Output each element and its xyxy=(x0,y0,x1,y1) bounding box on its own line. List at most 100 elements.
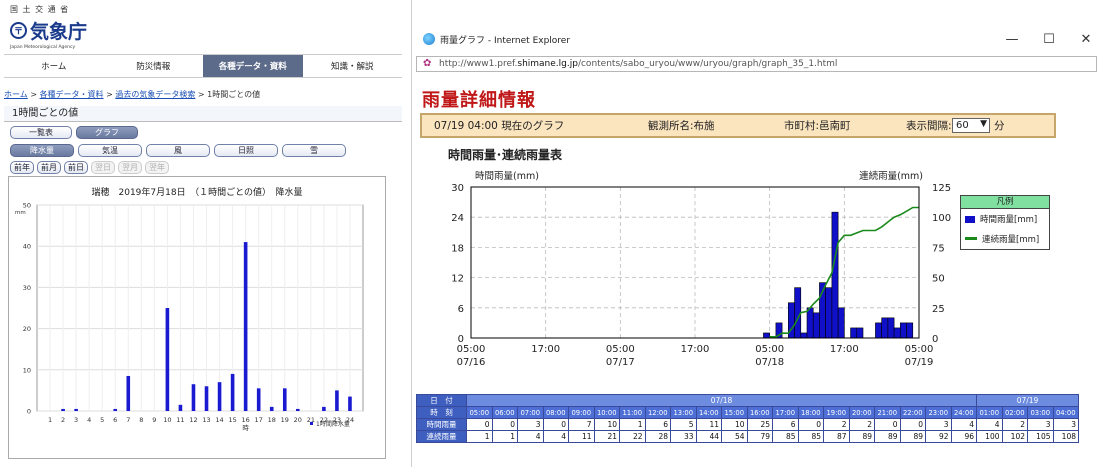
prev-day-button[interactable]: 前日 xyxy=(64,161,88,174)
interval-select[interactable]: 60 ▼ xyxy=(952,118,990,133)
x-tick-label: 9 xyxy=(152,416,156,424)
x-tick-label: 14 xyxy=(215,416,223,424)
table-hourly-cell: 0 xyxy=(466,418,493,431)
y-left-tick-label: 18 xyxy=(451,243,464,254)
x-tick-label: 8 xyxy=(139,416,143,424)
table-hourly-cell: 4 xyxy=(950,418,977,431)
table-hourly-cell: 10 xyxy=(721,418,748,431)
table-time-cell: 19:00 xyxy=(823,406,850,419)
next-month-button[interactable]: 翌月 xyxy=(118,161,142,174)
table-cumulative-cell: 85 xyxy=(772,430,799,443)
legend-bar-label: 時間雨量[mm] xyxy=(980,215,1038,225)
x-tick-label: 05:00 xyxy=(755,344,784,355)
table-hourly-cell: 11 xyxy=(695,418,722,431)
hourly-rain-bar xyxy=(906,322,914,339)
section-title: 1時間ごとの値 xyxy=(4,106,402,122)
legend-label: 1時間降水量 xyxy=(316,420,350,428)
ie-window: 雨量グラフ - Internet Explorer — ☐ ✕ ✿ http:/… xyxy=(411,0,1100,467)
table-hourly-cell: 7 xyxy=(568,418,595,431)
table-cumulative-cell: 87 xyxy=(823,430,850,443)
x-tick-label: 1 xyxy=(48,416,52,424)
hourly-rain-bar xyxy=(825,287,833,339)
nav-disaster-info[interactable]: 防災情報 xyxy=(104,55,204,77)
address-bar[interactable]: ✿ http://www1.pref. shimane.lg.jp/content… xyxy=(416,56,1097,72)
hourly-rain-bar xyxy=(887,317,895,339)
x-tick-label: 7 xyxy=(126,416,130,424)
table-time-cell: 11:00 xyxy=(619,406,646,419)
x-tick-label: 19 xyxy=(281,416,289,424)
maximize-icon[interactable]: ☐ xyxy=(1042,32,1056,47)
table-cumulative-cell: 108 xyxy=(1052,430,1079,443)
x-tick-label: 17:00 xyxy=(531,344,560,355)
hourly-rain-bar xyxy=(856,327,864,339)
table-cumulative-cell: 89 xyxy=(848,430,875,443)
url-path: /contents/sabo_uryou/www/uryou/graph/gra… xyxy=(577,59,838,69)
ie-window-title: 雨量グラフ - Internet Explorer xyxy=(440,35,571,46)
table-time-cell: 20:00 xyxy=(848,406,875,419)
x-tick-label: 2 xyxy=(61,416,65,424)
x-tick-label: 11 xyxy=(176,416,184,424)
breadcrumb: ホーム > 各種データ・資料 > 過去の気象データ検索 > 1時間ごとの値 xyxy=(4,89,260,100)
legend-swatch xyxy=(310,422,313,425)
element-precip-button[interactable]: 降水量 xyxy=(10,144,74,157)
prev-year-button[interactable]: 前年 xyxy=(10,161,34,174)
table-time-cell: 06:00 xyxy=(491,406,518,419)
nav-knowledge[interactable]: 知識・解説 xyxy=(303,55,403,77)
jma-page: 国 土 交 通 省 〒 気象庁 Japan Meteorological Age… xyxy=(0,0,405,467)
table-time-cell: 12:00 xyxy=(644,406,671,419)
next-day-button[interactable]: 翌日 xyxy=(91,161,115,174)
hourly-rain-bar xyxy=(875,322,882,339)
y-left-tick-label: 6 xyxy=(458,304,464,315)
table-row-date-header: 日 付 xyxy=(416,394,467,407)
element-temp-button[interactable]: 気温 xyxy=(78,144,142,157)
table-hourly-cell: 2 xyxy=(1001,418,1028,431)
table-hourly-cell: 25 xyxy=(746,418,773,431)
precip-bar xyxy=(191,384,196,411)
view-graph-button[interactable]: グラフ xyxy=(76,126,138,139)
x-axis-label: 時 xyxy=(242,424,249,432)
element-sunshine-button[interactable]: 日照 xyxy=(214,144,278,157)
x-tick-label: 16 xyxy=(241,416,249,424)
table-date-cell: 07/19 xyxy=(976,394,1079,407)
next-year-button[interactable]: 翌年 xyxy=(145,161,169,174)
ie-logo-icon xyxy=(423,33,435,45)
y-left-tick-label: 30 xyxy=(451,183,464,194)
breadcrumb-data[interactable]: 各種データ・資料 xyxy=(40,90,104,99)
table-time-cell: 03:00 xyxy=(1027,406,1054,419)
table-time-cell: 05:00 xyxy=(466,406,493,419)
precip-bar xyxy=(126,375,131,411)
precip-bar xyxy=(217,382,222,411)
x-tick-label: 3 xyxy=(74,416,78,424)
y-tick-label: 30 xyxy=(23,284,31,292)
table-cumulative-cell: 92 xyxy=(925,430,952,443)
element-snow-button[interactable]: 雪 xyxy=(282,144,346,157)
interval-value: 60 xyxy=(956,120,969,131)
y-left-tick-label: 12 xyxy=(451,274,464,285)
precip-bar xyxy=(269,406,274,411)
precip-bar xyxy=(74,408,78,411)
x-tick-label: 12 xyxy=(189,416,197,424)
legend-item-cumulative: 連続雨量[mm] xyxy=(961,229,1049,248)
nav-data[interactable]: 各種データ・資料 xyxy=(203,55,303,77)
close-icon[interactable]: ✕ xyxy=(1079,32,1093,47)
minimize-icon[interactable]: — xyxy=(1005,32,1019,47)
nav-home[interactable]: ホーム xyxy=(4,55,104,77)
table-hourly-cell: 2 xyxy=(823,418,850,431)
breadcrumb-past[interactable]: 過去の気象データ検索 xyxy=(115,90,195,99)
breadcrumb-home[interactable]: ホーム xyxy=(4,90,28,99)
rainfall-table: 日 付 07/18 07/19 時 刻 05:00 06:00 07:00 08:00 09:0… xyxy=(416,394,1079,443)
x-tick-label: 17 xyxy=(255,416,263,424)
prev-month-button[interactable]: 前月 xyxy=(37,161,61,174)
precip-bar xyxy=(256,388,261,411)
y-right-tick-label: 75 xyxy=(932,243,945,254)
element-wind-button[interactable]: 風 xyxy=(146,144,210,157)
url-prefix: http://www1.pref. xyxy=(439,59,518,69)
table-cumulative-cell: 11 xyxy=(568,430,595,443)
interval-unit: 分 xyxy=(994,120,1005,132)
x-tick-label: 18 xyxy=(268,416,276,424)
view-table-button[interactable]: 一覧表 xyxy=(10,126,72,139)
y-left-tick-label: 24 xyxy=(451,213,464,224)
breadcrumb-sep: > xyxy=(197,90,205,99)
hourly-rain-bar xyxy=(763,332,770,339)
jma-logo[interactable]: 国 土 交 通 省 〒 気象庁 Japan Meteorological Age… xyxy=(10,4,87,50)
